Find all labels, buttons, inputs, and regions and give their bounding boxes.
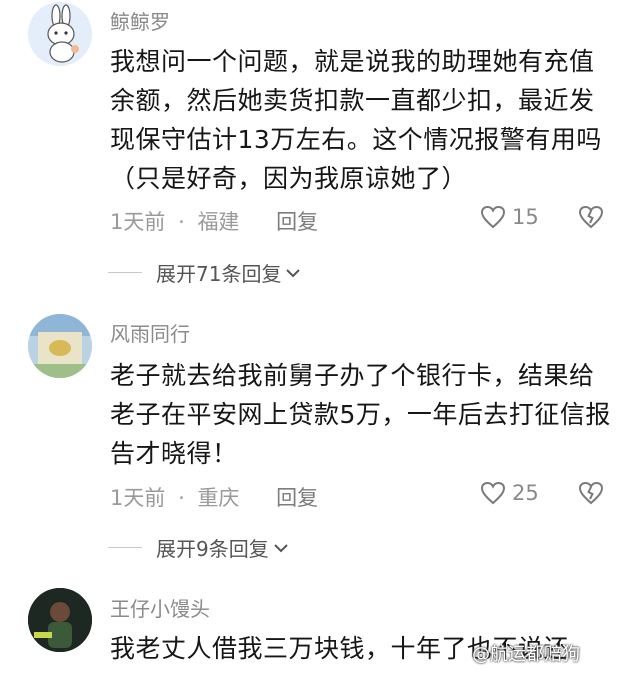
username[interactable]: 王仔小馒头 <box>110 593 210 622</box>
avatar[interactable] <box>28 588 92 652</box>
comment-text: 我想问一个问题，就是说我的助理她有充值余额，然后她卖货扣款一直都少扣，最近发现保… <box>110 47 602 193</box>
reply-button[interactable]: 回复 <box>276 486 318 510</box>
broken-heart-icon <box>578 481 604 505</box>
comment-location: 重庆 <box>197 486 240 510</box>
comment-location: 福建 <box>197 210 240 234</box>
username[interactable]: 风雨同行 <box>110 318 190 347</box>
divider-line <box>108 272 142 273</box>
like-button[interactable]: 25 <box>480 481 539 505</box>
comment-text: 老子就去给我前舅子办了个银行卡，结果给老子在平安网上贷款5万，一年后去打征信报告… <box>110 361 611 468</box>
chevron-down-icon <box>274 543 288 552</box>
heart-outline-icon <box>480 481 506 505</box>
avatar[interactable] <box>28 2 92 66</box>
username[interactable]: 鲸鲸罗 <box>110 6 170 35</box>
dislike-button[interactable] <box>578 481 604 509</box>
divider-line <box>108 547 142 548</box>
expand-replies-label: 展开71条回复 <box>156 262 282 286</box>
like-count: 25 <box>512 481 539 505</box>
comment-meta: 1天前 · 重庆 回复 <box>110 482 318 512</box>
reply-button[interactable]: 回复 <box>276 210 318 234</box>
bunny-avatar-icon <box>28 2 92 66</box>
comment-time: 1天前 <box>110 486 166 510</box>
expand-replies-label: 展开9条回复 <box>156 537 269 561</box>
photo-avatar-icon <box>28 314 92 378</box>
meta-separator: · <box>178 486 185 510</box>
dislike-button[interactable] <box>578 205 604 233</box>
meta-separator: · <box>178 210 185 234</box>
chevron-down-icon <box>286 268 301 277</box>
like-count: 15 <box>512 205 539 229</box>
heart-outline-icon <box>480 205 506 229</box>
expand-replies-button[interactable]: 展开9条回复 <box>108 533 289 562</box>
photo-avatar-icon <box>28 588 92 652</box>
comment-meta: 1天前 · 福建 回复 <box>110 206 318 236</box>
avatar[interactable] <box>28 314 92 378</box>
watermark: @航运都赔狗 <box>472 644 580 665</box>
like-button[interactable]: 15 <box>480 205 539 229</box>
expand-replies-button[interactable]: 展开71条回复 <box>108 258 301 287</box>
broken-heart-icon <box>578 205 604 229</box>
comment-time: 1天前 <box>110 210 166 234</box>
